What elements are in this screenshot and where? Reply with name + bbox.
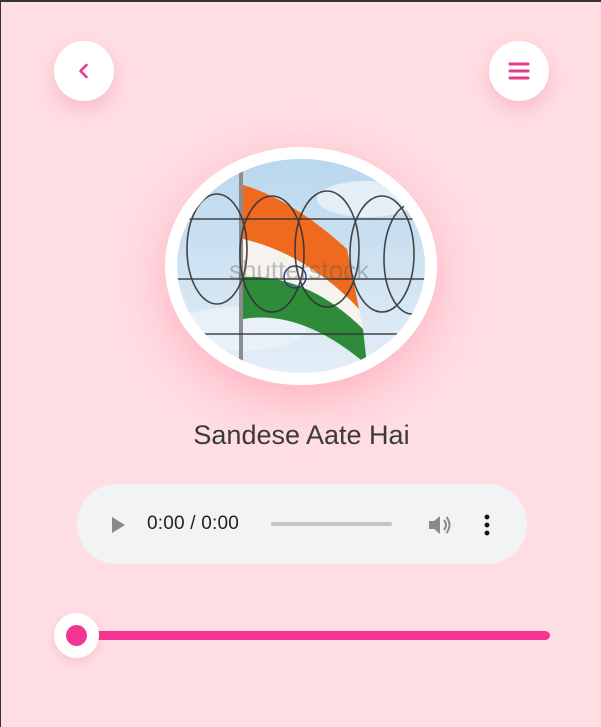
seek-slider-track[interactable] [75,631,550,640]
hamburger-menu-icon [508,62,530,80]
audio-progress-bar[interactable] [271,522,392,526]
seek-slider-knob[interactable] [54,613,99,658]
volume-icon[interactable] [427,513,453,537]
track-title: Sandese Aate Hai [193,420,410,450]
chevron-left-icon [79,63,88,79]
time-display: 0:00 / 0:00 [147,513,239,534]
menu-button[interactable] [489,41,549,101]
more-vertical-icon[interactable] [482,513,492,537]
play-icon[interactable] [110,516,126,534]
album-art-image: shutterstock [177,159,425,373]
album-art: shutterstock [165,147,437,385]
back-button[interactable] [54,41,114,101]
watermark: shutterstock [229,255,370,285]
audio-player[interactable]: 0:00 / 0:00 [77,484,527,564]
